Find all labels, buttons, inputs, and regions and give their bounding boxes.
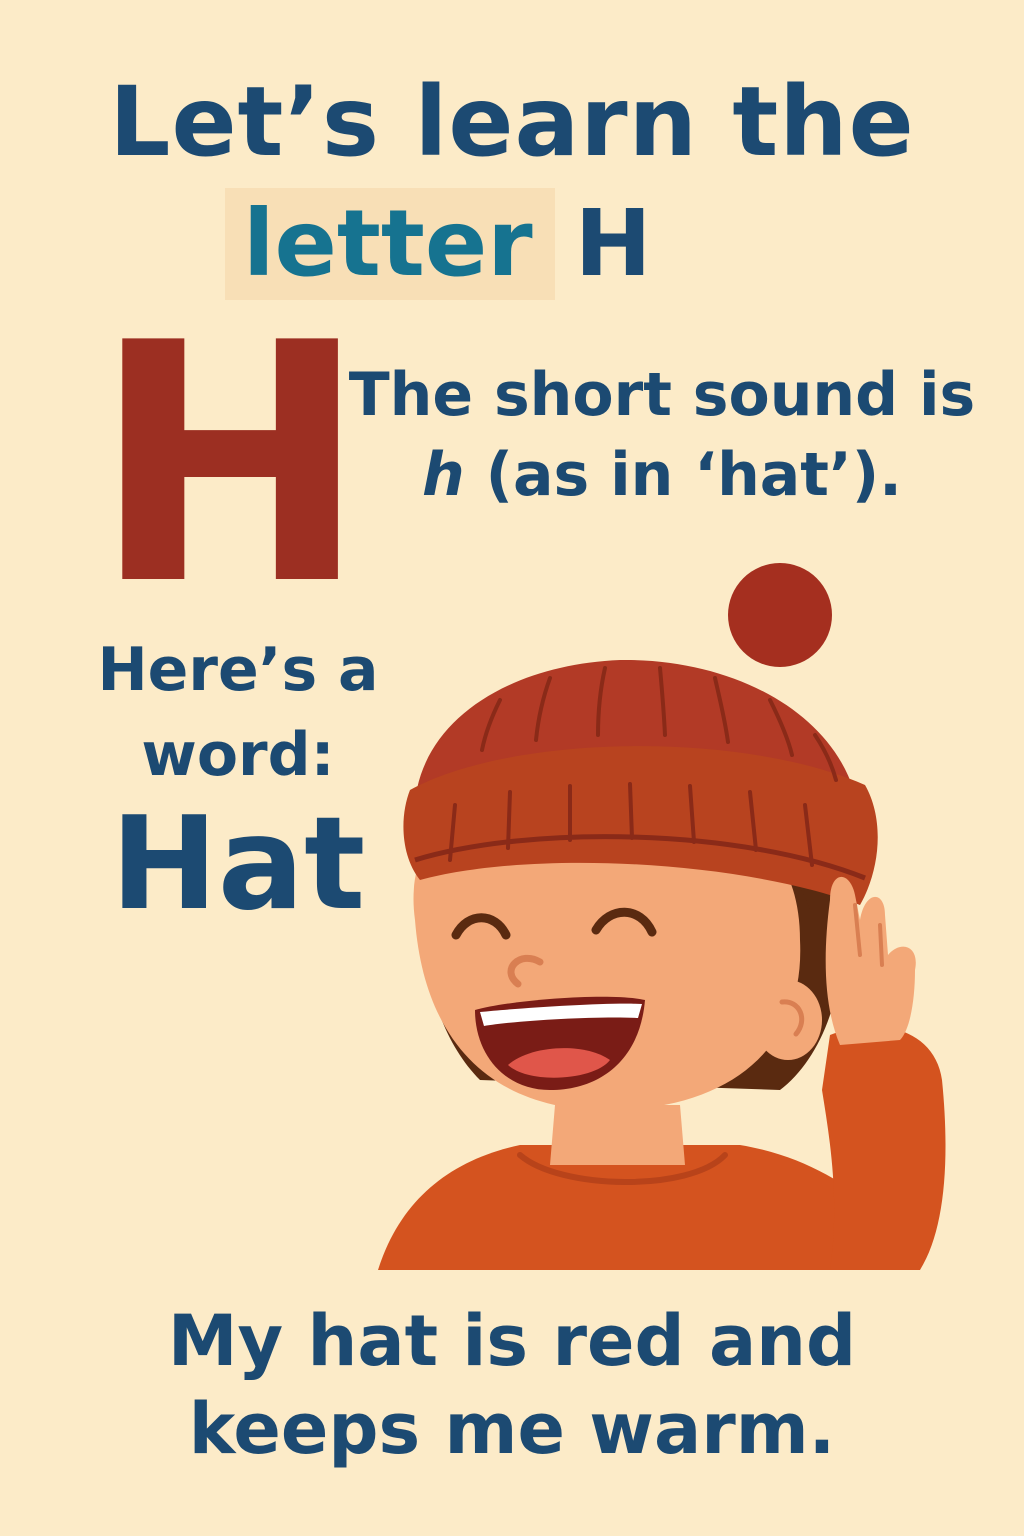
neck <box>550 1105 685 1165</box>
word-intro-line-2: word: <box>141 720 335 790</box>
sound-text-line-1: The short sound is <box>348 360 976 430</box>
word-intro-line-1: Here’s a <box>97 635 379 705</box>
title-line-1: Let’s learn the <box>109 66 915 178</box>
hand <box>825 876 916 1045</box>
sound-text-line-2: h (as in ‘hat’). <box>330 435 994 515</box>
title-letter: H <box>574 190 652 297</box>
ear <box>754 980 822 1060</box>
big-letter: H <box>92 273 369 657</box>
raised-arm <box>822 1026 946 1270</box>
boy-in-red-hat-illustration <box>378 563 946 1270</box>
sentence-line-2: keeps me warm. <box>188 1388 836 1470</box>
sentence-line-1: My hat is red and <box>167 1300 857 1382</box>
hat-pom-pom <box>728 563 832 667</box>
sound-example: (as in ‘hat’). <box>464 440 902 510</box>
sound-italic-letter: h <box>422 440 465 510</box>
example-word: Hat <box>110 790 366 939</box>
letter-h-page: Let’s learn the letter H H The short sou… <box>0 0 1024 1536</box>
